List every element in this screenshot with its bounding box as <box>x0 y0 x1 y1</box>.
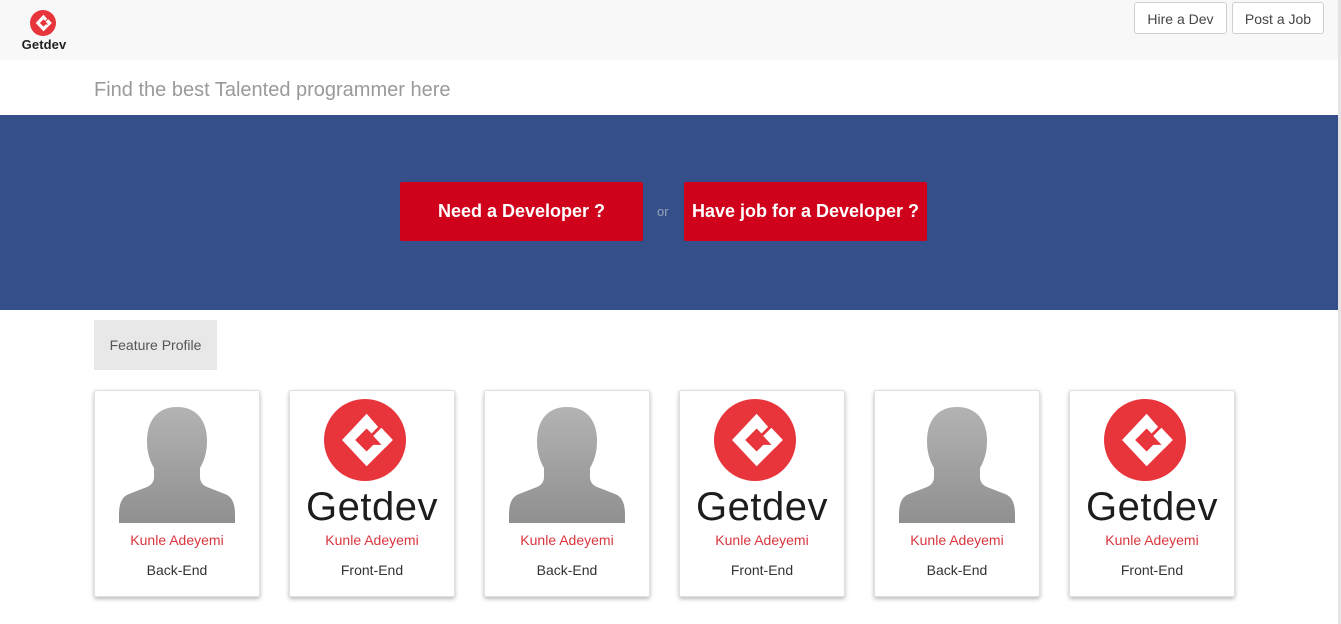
top-navbar: Getdev Hire a Dev Post a Job <box>0 0 1338 60</box>
profile-role: Front-End <box>340 562 404 578</box>
getdev-logo-icon <box>30 10 56 36</box>
getdev-logo-image: Getdev <box>1070 399 1234 527</box>
need-developer-button[interactable]: Need a Developer ? <box>400 182 643 241</box>
post-a-job-button[interactable]: Post a Job <box>1232 2 1324 34</box>
getdev-logo-icon <box>324 399 406 481</box>
profile-role: Back-End <box>926 562 988 578</box>
brand-name: Getdev <box>21 37 67 52</box>
logo-wordmark: Getdev <box>306 485 438 529</box>
or-separator: or <box>657 204 669 219</box>
tab-feature-profile[interactable]: Feature Profile <box>94 320 217 370</box>
getdev-logo-image: Getdev <box>680 399 844 527</box>
profile-name[interactable]: Kunle Adeyemi <box>290 532 454 548</box>
have-job-button[interactable]: Have job for a Developer ? <box>684 182 927 241</box>
getdev-logo-icon <box>714 399 796 481</box>
profile-role: Back-End <box>146 562 208 578</box>
profile-card[interactable]: Getdev Kunle Adeyemi Front-End <box>1069 390 1235 597</box>
logo-wordmark: Getdev <box>696 485 828 529</box>
default-avatar-icon <box>899 407 1015 523</box>
profile-card[interactable]: Kunle Adeyemi Back-End <box>94 390 260 597</box>
profile-name[interactable]: Kunle Adeyemi <box>1070 532 1234 548</box>
profile-role: Front-End <box>730 562 794 578</box>
profile-card[interactable]: Kunle Adeyemi Back-End <box>484 390 650 597</box>
profile-card[interactable]: Getdev Kunle Adeyemi Front-End <box>679 390 845 597</box>
brand-logo[interactable]: Getdev <box>18 10 72 54</box>
profile-name[interactable]: Kunle Adeyemi <box>485 532 649 548</box>
profile-card[interactable]: Getdev Kunle Adeyemi Front-End <box>289 390 455 597</box>
profile-name[interactable]: Kunle Adeyemi <box>95 532 259 548</box>
profile-card[interactable]: Kunle Adeyemi Back-End <box>874 390 1040 597</box>
default-avatar-icon <box>119 407 235 523</box>
page-tagline: Find the best Talented programmer here <box>94 79 451 101</box>
getdev-logo-icon <box>1104 399 1186 481</box>
getdev-logo-image: Getdev <box>290 399 454 527</box>
profile-role: Back-End <box>536 562 598 578</box>
profile-role: Front-End <box>1120 562 1184 578</box>
hire-a-dev-button[interactable]: Hire a Dev <box>1134 2 1227 34</box>
profile-name[interactable]: Kunle Adeyemi <box>875 532 1039 548</box>
hero-banner: Need a Developer ? or Have job for a Dev… <box>0 115 1338 310</box>
profile-name[interactable]: Kunle Adeyemi <box>680 532 844 548</box>
logo-wordmark: Getdev <box>1086 485 1218 529</box>
default-avatar-icon <box>509 407 625 523</box>
